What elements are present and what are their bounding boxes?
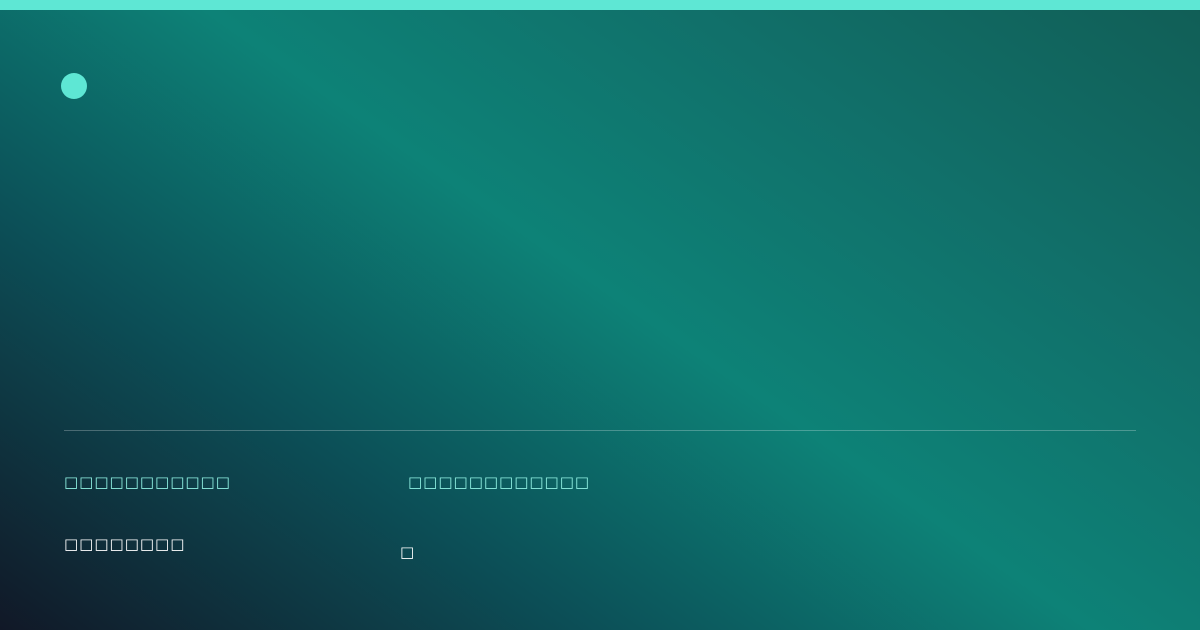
meta-left-value: □□□□□□□□: [64, 535, 186, 553]
meta-left-label: □□□□□□□□□□□: [64, 473, 231, 491]
meta-right-value: □: [400, 543, 416, 561]
top-accent-bar: [0, 0, 1200, 10]
logo-dot-icon: [61, 73, 87, 99]
meta-right-label: □□□□□□□□□□□□: [408, 473, 591, 491]
divider: [64, 430, 1136, 431]
